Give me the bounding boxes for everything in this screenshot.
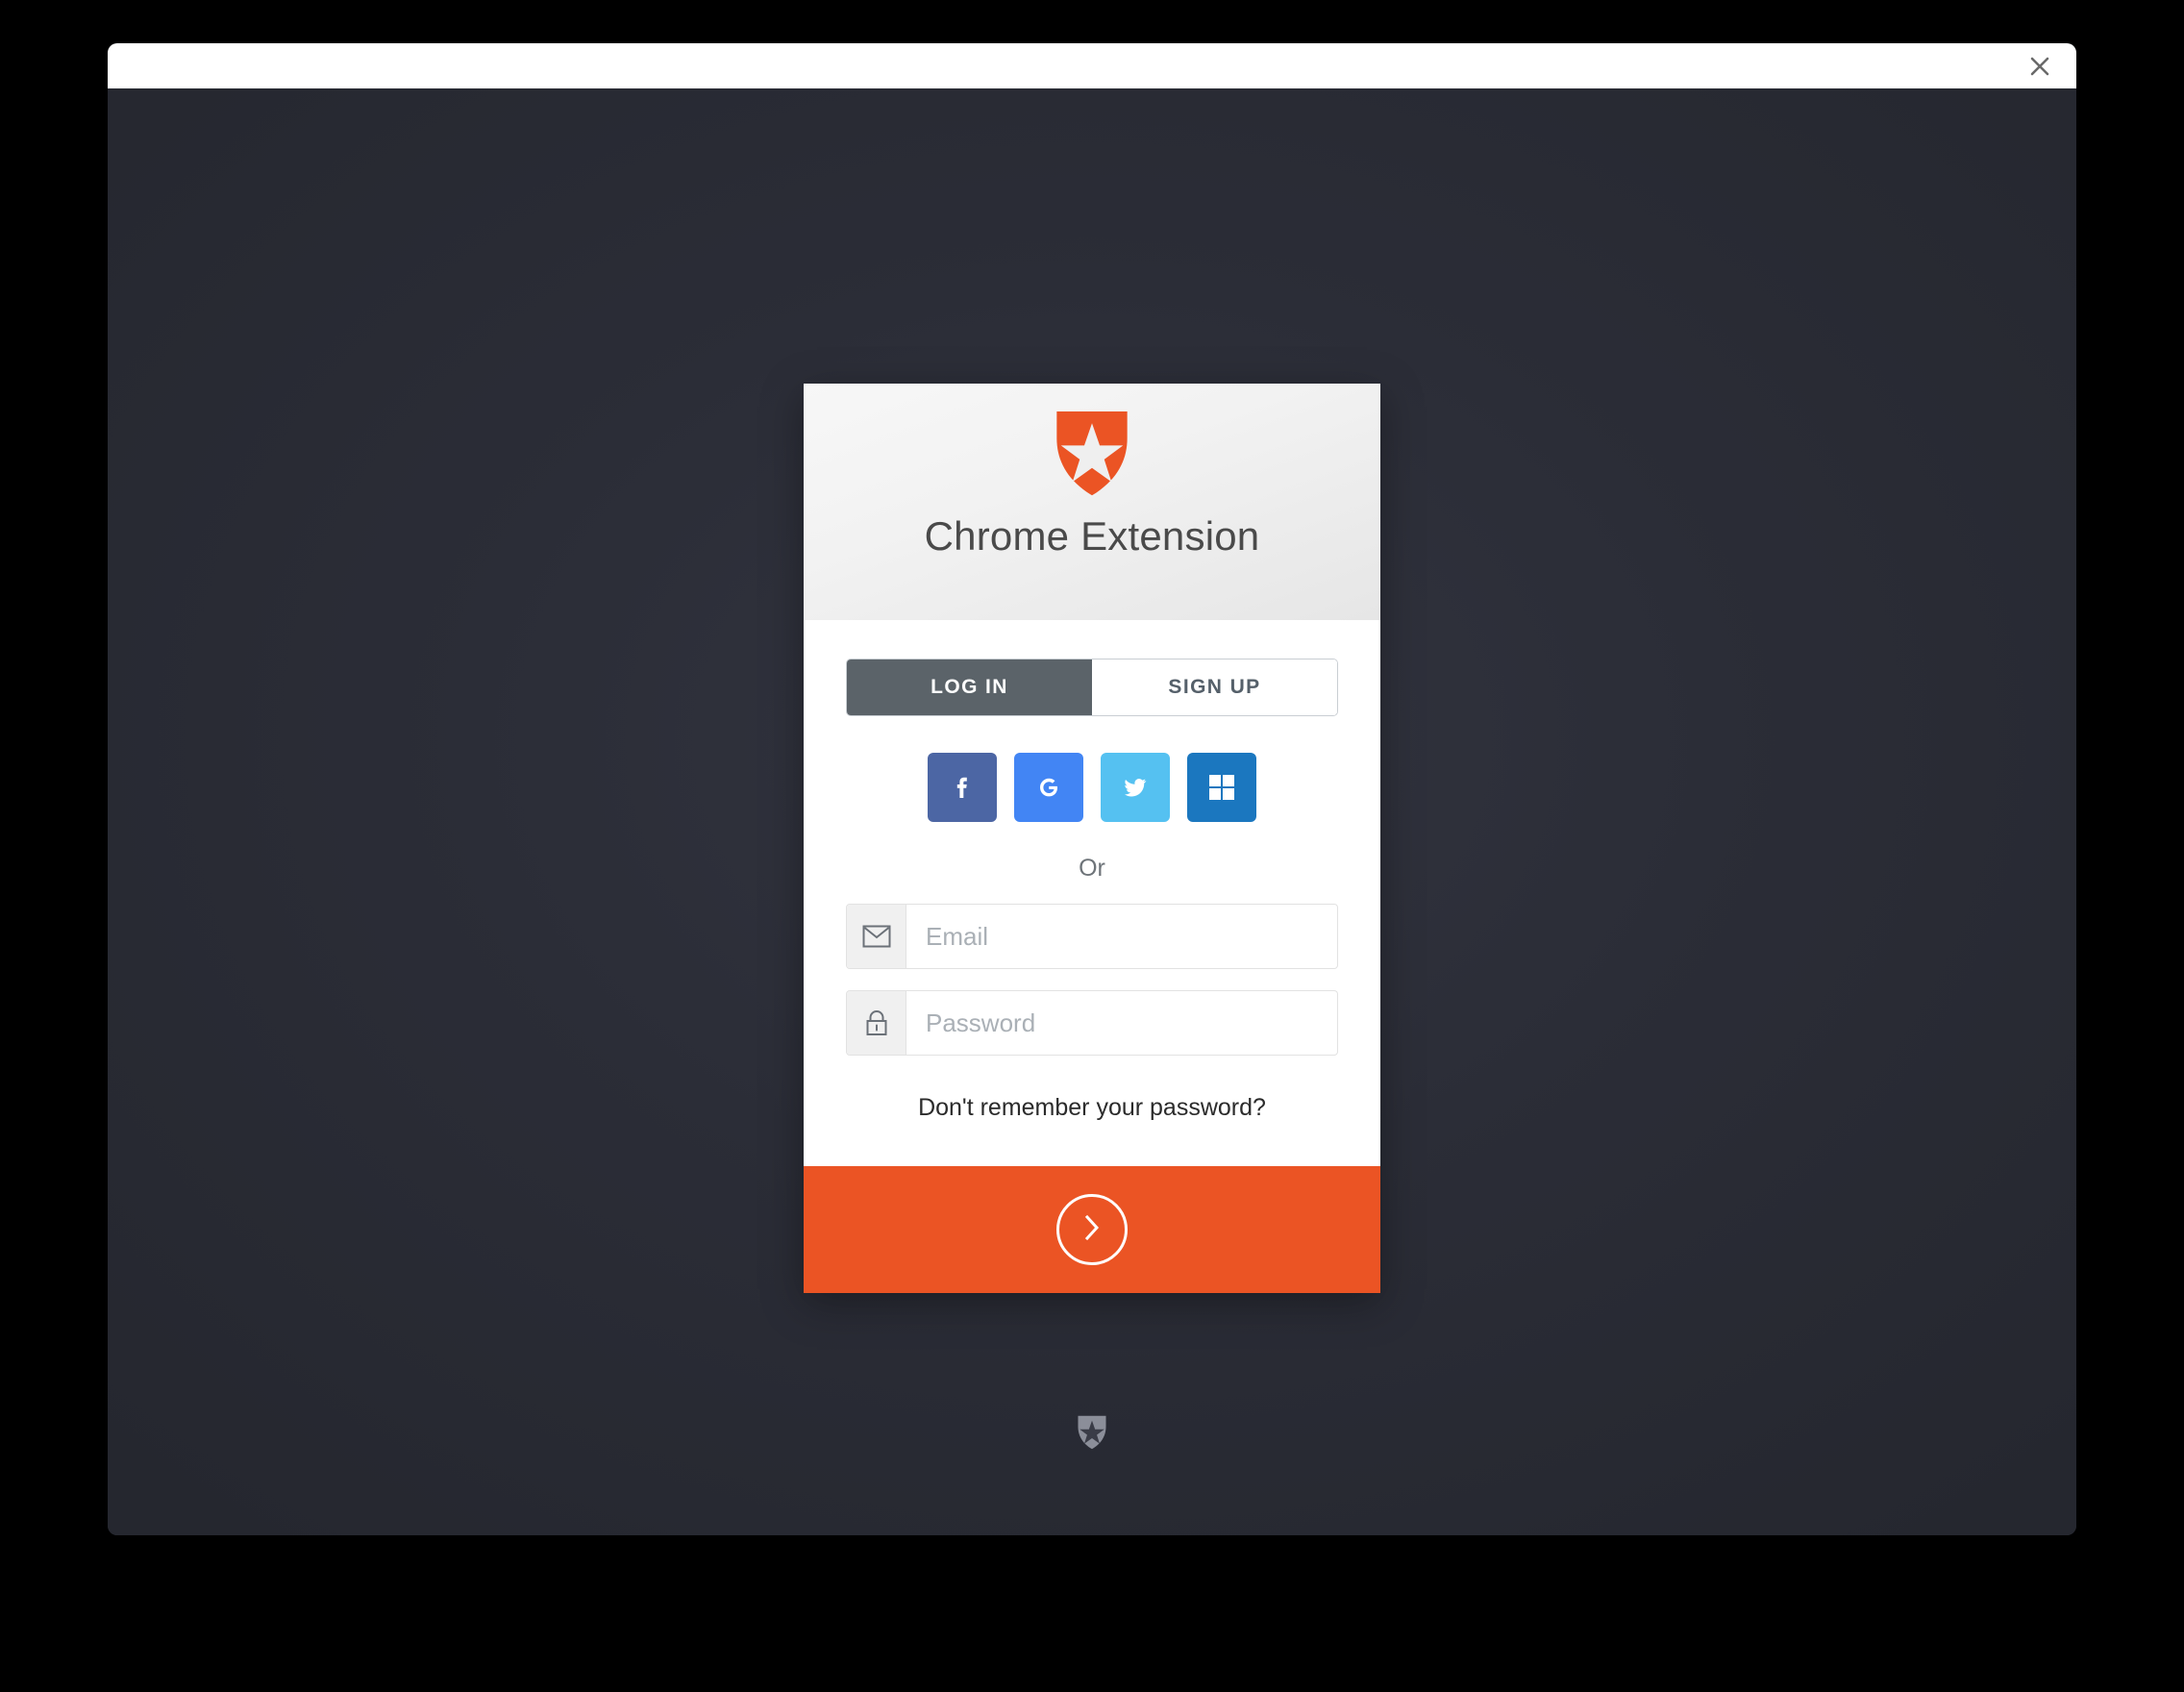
tab-sign-up[interactable]: SIGN UP <box>1092 659 1337 715</box>
google-icon <box>1032 771 1065 804</box>
forgot-password-link[interactable]: Don't remember your password? <box>846 1094 1338 1166</box>
email-input[interactable] <box>906 905 1337 968</box>
auth0-shield-logo-icon <box>1050 405 1134 497</box>
or-divider: Or <box>1079 855 1105 882</box>
submit-circle <box>1056 1194 1128 1265</box>
facebook-icon <box>946 771 979 804</box>
lock-icon <box>847 991 906 1055</box>
close-button[interactable] <box>2021 47 2059 86</box>
social-button-google[interactable] <box>1014 753 1083 822</box>
social-button-facebook[interactable] <box>928 753 997 822</box>
submit-button[interactable] <box>804 1166 1380 1293</box>
card-title: Chrome Extension <box>924 513 1260 559</box>
close-icon <box>2029 56 2050 77</box>
password-field-row <box>846 990 1338 1056</box>
email-field-row <box>846 904 1338 969</box>
lock-backdrop: Chrome Extension LOG IN SIGN UP Or Email… <box>108 88 2076 1535</box>
title-bar <box>108 43 2076 88</box>
social-button-microsoft[interactable] <box>1187 753 1256 822</box>
password-input[interactable] <box>906 991 1337 1055</box>
auth0-lock-card: Chrome Extension LOG IN SIGN UP Or Email… <box>804 384 1380 1293</box>
envelope-icon <box>847 905 906 968</box>
twitter-icon <box>1119 771 1152 804</box>
tab-log-in[interactable]: LOG IN <box>847 659 1092 715</box>
social-button-twitter[interactable] <box>1101 753 1170 822</box>
auth-mode-tabs: LOG IN SIGN UP <box>846 659 1338 716</box>
extension-popup-window: Chrome Extension LOG IN SIGN UP Or Email… <box>108 43 2076 1535</box>
card-header: Chrome Extension <box>804 384 1380 620</box>
chevron-right-icon <box>1080 1211 1104 1249</box>
auth0-badge-icon[interactable] <box>1075 1413 1109 1450</box>
windows-icon <box>1207 773 1236 802</box>
card-body: LOG IN SIGN UP Or Email Don't remember y… <box>804 620 1380 1166</box>
social-login-row <box>846 753 1338 822</box>
